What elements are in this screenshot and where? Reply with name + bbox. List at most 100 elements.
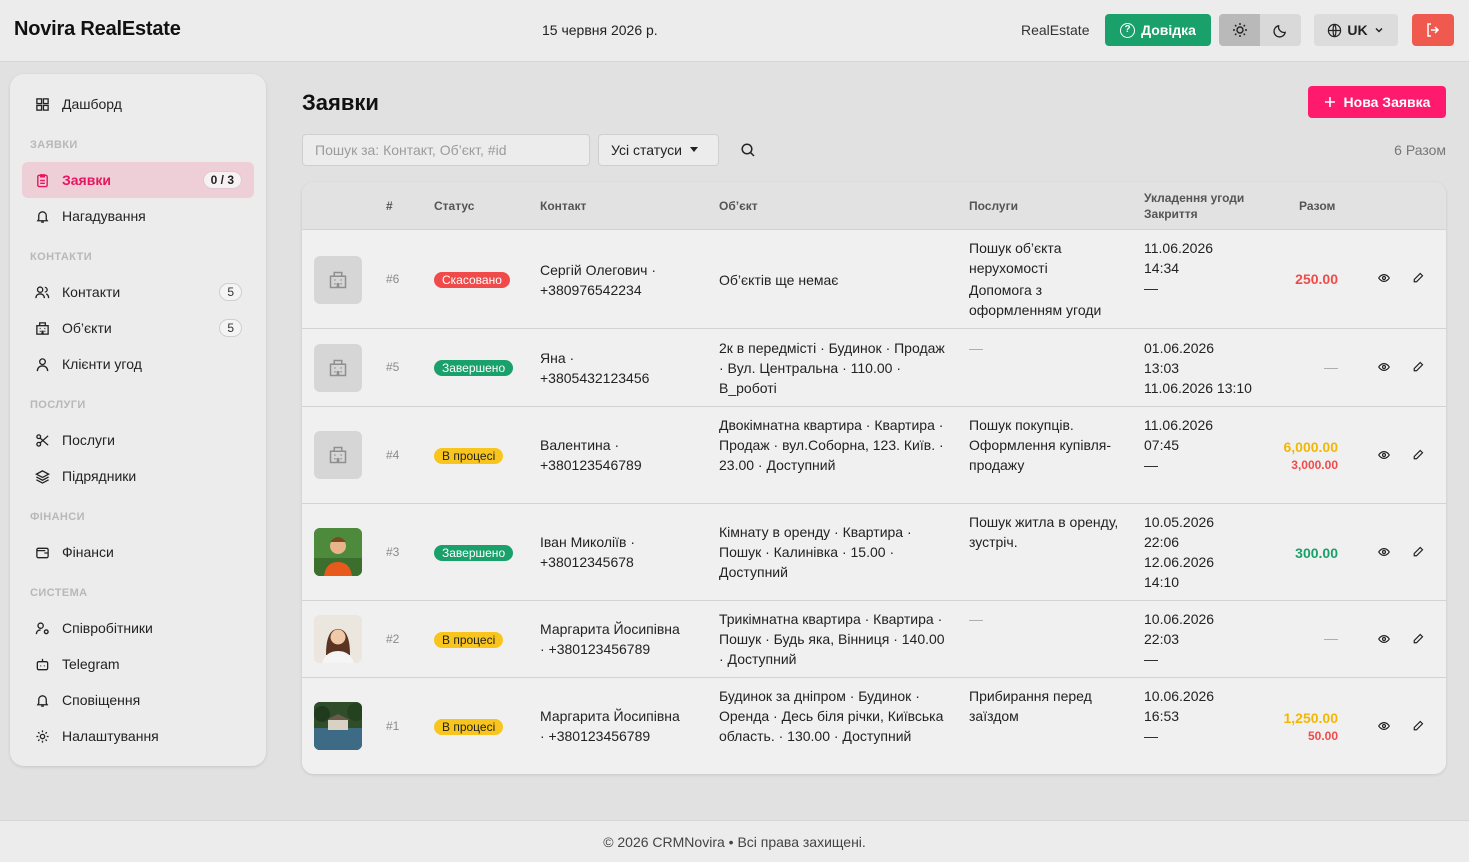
contact-cell[interactable]: Маргарита Йосипівна · +380123456789: [540, 619, 710, 659]
object-cell: Кімнату в оренду · Квартира · Пошук · Ка…: [719, 524, 912, 580]
services-cell: —: [969, 611, 983, 627]
pencil-icon: [1413, 633, 1424, 644]
table-row[interactable]: #5 Завершено Яна · +3805432123456 2к в п…: [302, 329, 1446, 407]
total-value: 1,250.00: [1283, 710, 1339, 726]
object-placeholder-icon: [314, 344, 362, 392]
deal-date: 11.06.2026: [1144, 417, 1214, 433]
total-value: —: [1324, 359, 1338, 375]
bot-icon: [34, 656, 50, 672]
services-cell: Пошук об’єкта нерухомості Допомога з офо…: [969, 238, 1129, 320]
bell-icon: [34, 692, 50, 708]
language-label: UK: [1347, 22, 1368, 38]
sidebar-item-contacts[interactable]: Контакти 5: [22, 274, 254, 310]
table-row[interactable]: #2 В процесі Маргарита Йосипівна · +3801…: [302, 601, 1446, 678]
logout-button[interactable]: [1412, 14, 1454, 46]
table-row[interactable]: #6 Скасовано Сергій Олегович · +38097654…: [302, 230, 1446, 329]
eye-icon: [1378, 274, 1390, 282]
dark-theme-button[interactable]: [1260, 14, 1301, 46]
table-row[interactable]: #1 В процесі Маргарита Йосипівна · +3801…: [302, 678, 1446, 774]
sidebar-item-employees[interactable]: Співробітники: [22, 610, 254, 646]
total-cell: —: [1324, 629, 1338, 647]
contact-cell[interactable]: Валентина · +380123546789: [540, 435, 710, 475]
sidebar-item-label: Заявки: [62, 172, 111, 188]
sidebar-item-reminders[interactable]: Нагадування: [22, 198, 254, 234]
sun-icon: [1232, 23, 1247, 37]
view-button[interactable]: [1376, 270, 1392, 286]
sidebar-item-dashboard[interactable]: Дашборд: [22, 86, 254, 122]
table-row[interactable]: #4 В процесі Валентина · +380123546789 Д…: [302, 407, 1446, 504]
deal-date: 10.05.2026: [1144, 514, 1215, 530]
gear-icon: [34, 728, 50, 744]
new-request-button[interactable]: Нова Заявка: [1308, 86, 1446, 118]
view-button[interactable]: [1376, 631, 1392, 647]
footer-copyright: © 2026 CRMNovira • Всі права захищені.: [603, 833, 866, 850]
logout-icon: [1427, 23, 1440, 37]
object-cell: Об’єктів ще немає: [719, 272, 839, 288]
edit-button[interactable]: [1410, 359, 1426, 375]
brand-logo[interactable]: Novira RealEstate: [14, 18, 181, 41]
contact-cell[interactable]: Маргарита Йосипівна · +380123456789: [540, 706, 710, 746]
contact-cell[interactable]: Сергій Олегович · +380976542234: [540, 260, 710, 300]
edit-button[interactable]: [1410, 544, 1426, 560]
view-button[interactable]: [1376, 359, 1392, 375]
sidebar-item-telegram[interactable]: Telegram: [22, 646, 254, 682]
sidebar-item-requests[interactable]: Заявки 0 / 3: [22, 162, 254, 198]
sidebar-item-finance[interactable]: Фінанси: [22, 534, 254, 570]
pencil-icon: [1413, 546, 1424, 557]
status-filter-select[interactable]: Усі статуси: [598, 134, 719, 166]
sidebar-item-label: Об’єкти: [62, 320, 112, 336]
sidebar-item-label: Нагадування: [62, 208, 146, 224]
closing-date: —: [1144, 728, 1158, 744]
edit-button[interactable]: [1410, 631, 1426, 647]
closing-date: 12.06.2026 14:10: [1144, 554, 1215, 590]
sidebar-item-label: Підрядники: [62, 468, 137, 484]
scissors-icon: [34, 432, 50, 448]
language-select[interactable]: UK: [1314, 14, 1398, 46]
edit-button[interactable]: [1410, 447, 1426, 463]
object-cell: Будинок за дніпром · Будинок · Оренда · …: [719, 688, 944, 744]
deal-date: 01.06.2026: [1144, 340, 1215, 356]
view-button[interactable]: [1376, 544, 1392, 560]
col-status: Статус: [434, 199, 475, 213]
row-id: #2: [386, 632, 400, 646]
chevron-down-icon: [1375, 27, 1383, 33]
view-button[interactable]: [1376, 447, 1392, 463]
eye-icon: [1378, 363, 1390, 371]
user-gear-icon: [34, 620, 50, 636]
sidebar-item-notifications[interactable]: Сповіщення: [22, 682, 254, 718]
status-badge: В процесі: [434, 632, 504, 648]
eye-icon: [1378, 451, 1390, 459]
contact-cell[interactable]: Яна · +3805432123456: [540, 348, 710, 388]
help-button[interactable]: ? Довідка: [1105, 14, 1211, 46]
user-name[interactable]: RealEstate: [1021, 22, 1089, 38]
col-num: #: [386, 199, 393, 213]
contact-cell[interactable]: Іван Миколіїв · +38012345678: [540, 532, 710, 572]
edit-button[interactable]: [1410, 718, 1426, 734]
search-icon: [741, 143, 755, 157]
sidebar-item-settings[interactable]: Налаштування: [22, 718, 254, 754]
closing-date: —: [1144, 457, 1158, 473]
deal-time: 22:03: [1144, 631, 1180, 647]
sidebar-item-label: Налаштування: [62, 728, 159, 744]
sidebar-item-objects[interactable]: Об’єкти 5: [22, 310, 254, 346]
sidebar-item-label: Контакти: [62, 284, 121, 300]
row-id: #6: [386, 272, 400, 286]
sidebar-item-clients[interactable]: Клієнти угод: [22, 346, 254, 382]
light-theme-button[interactable]: [1219, 14, 1260, 46]
deal-time: 07:45: [1144, 437, 1180, 453]
search-input[interactable]: [302, 134, 590, 166]
help-button-label: Довідка: [1141, 22, 1196, 38]
new-request-label: Нова Заявка: [1343, 94, 1431, 110]
sidebar-item-contractors[interactable]: Підрядники: [22, 458, 254, 494]
edit-button[interactable]: [1410, 270, 1426, 286]
section-system: СИСТЕМА: [30, 587, 88, 599]
table-row[interactable]: #3 Завершено Іван Миколіїв · +3801234567…: [302, 504, 1446, 601]
view-button[interactable]: [1376, 718, 1392, 734]
closing-date: —: [1144, 651, 1158, 667]
eye-icon: [1378, 722, 1390, 730]
search-button[interactable]: [737, 139, 759, 161]
pencil-icon: [1413, 361, 1424, 372]
sidebar-item-services[interactable]: Послуги: [22, 422, 254, 458]
object-photo: [314, 702, 362, 750]
eye-icon: [1378, 548, 1390, 556]
